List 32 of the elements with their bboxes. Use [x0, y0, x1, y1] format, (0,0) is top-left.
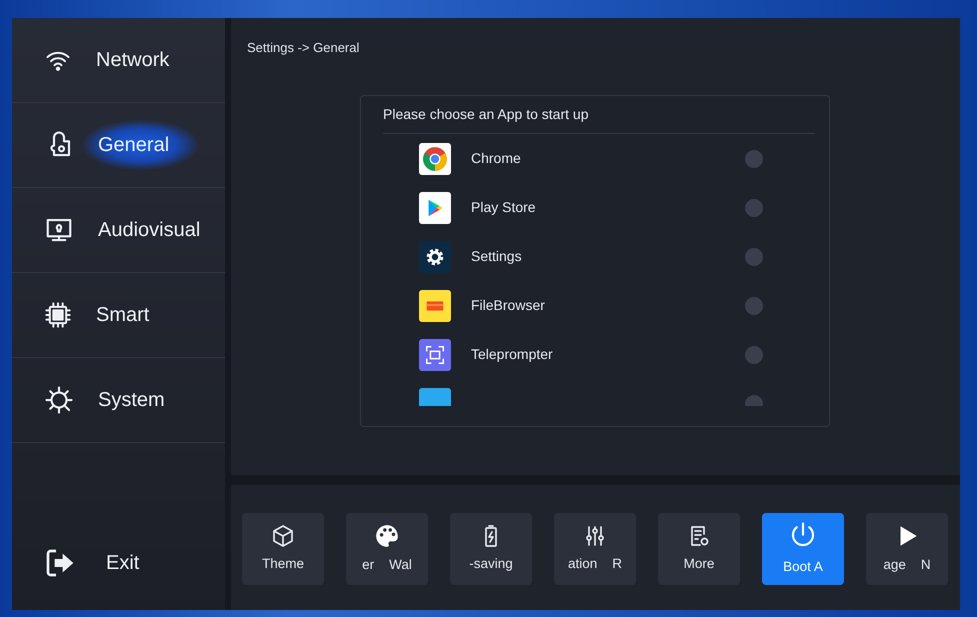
sidebar-item[interactable]: Network — [12, 18, 225, 103]
app-name: Teleprompter — [471, 345, 554, 364]
toolbar-tile[interactable]: More — [658, 513, 740, 585]
sidebar-item[interactable]: System — [12, 358, 225, 443]
breadcrumb: Settings -> General — [247, 39, 360, 57]
app-name: Play Store — [471, 198, 537, 217]
radio-button[interactable] — [745, 150, 763, 168]
cube-icon — [271, 524, 295, 548]
sidebar-item[interactable]: Smart — [12, 273, 225, 358]
radio-button[interactable] — [745, 248, 763, 266]
app-name: FileBrowser — [471, 296, 546, 315]
toolbar-tile[interactable]: Theme — [242, 513, 324, 585]
toolbar-tile[interactable]: age N — [866, 513, 948, 585]
app-name: Settings — [471, 247, 523, 266]
sliders-icon — [583, 524, 607, 548]
radio-button[interactable] — [745, 296, 763, 314]
radio-button[interactable] — [745, 346, 763, 364]
radio-button[interactable] — [745, 198, 763, 216]
chrome-icon — [422, 146, 448, 172]
sidebar-item[interactable]: Audiovisual — [12, 188, 225, 273]
frame-icon — [424, 344, 446, 366]
exit-button[interactable]: Exit — [12, 515, 225, 610]
dialog-title: Please choose an App to start up — [383, 104, 815, 134]
toolbar-tile[interactable]: Boot A — [762, 513, 844, 585]
exit-icon — [44, 546, 76, 578]
toolbar-tile[interactable]: er Wal — [346, 513, 428, 585]
toolbar-tile[interactable]: ation R — [554, 513, 636, 585]
app-name: Chrome — [471, 149, 522, 168]
sidebar-item[interactable]: General — [12, 103, 225, 188]
toolbar-tile[interactable]: -saving — [450, 513, 532, 585]
chip-icon — [44, 301, 72, 329]
palette-icon — [374, 522, 400, 549]
